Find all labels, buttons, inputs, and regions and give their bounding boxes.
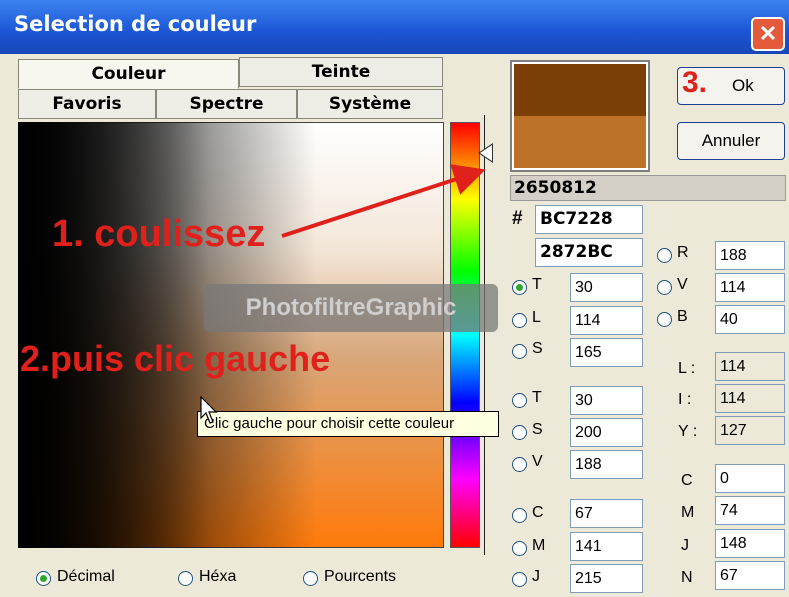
annotation-arrow [281,164,486,238]
tooltip: Clic gauche pour choisir cette couleur [197,411,499,437]
arrow-line [281,164,486,238]
color-selection-dialog: Selection de couleur ✕ Couleur Teinte Fa… [0,0,789,597]
cursor-icon [200,396,218,424]
